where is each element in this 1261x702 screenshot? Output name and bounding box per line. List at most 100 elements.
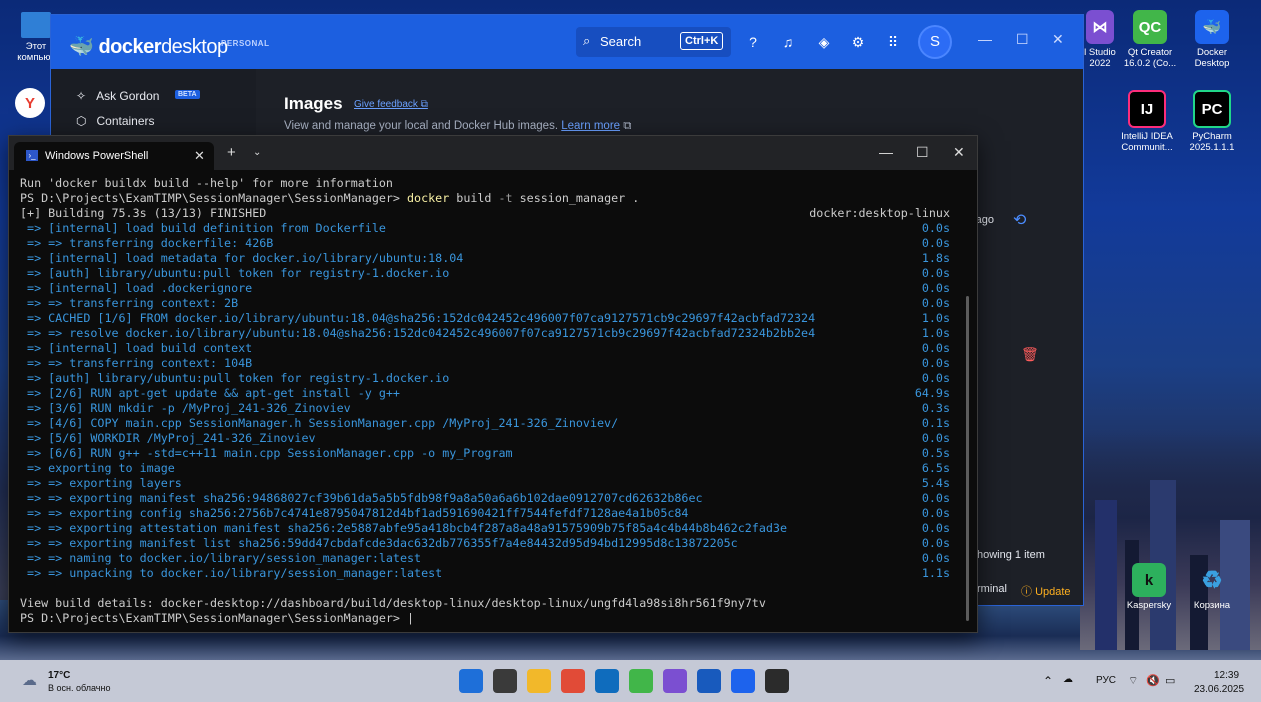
extensions-grid-icon[interactable]: ⠿ <box>884 33 902 51</box>
terminal-line: => CACHED [1/6] FROM docker.io/library/u… <box>20 311 950 326</box>
terminal-line: => [internal] load .dockerignore 0.0s <box>20 281 950 296</box>
battery-icon[interactable]: ▭ <box>1165 674 1175 687</box>
cloud-icon: ☁ <box>22 672 37 689</box>
page-title: Images <box>284 94 343 113</box>
desktop-icon-qt-creator[interactable]: QC Qt Creator 16.0.2 (Co... <box>1121 10 1179 69</box>
page-subtitle: View and manage your local and Docker Hu… <box>284 120 632 132</box>
close-button[interactable]: ✕ <box>953 144 965 161</box>
weather-desc[interactable]: В осн. облачно <box>48 683 110 693</box>
shortcut-key: Ctrl+K <box>680 32 724 50</box>
weather-temp[interactable]: 17°C <box>48 670 70 681</box>
account-avatar[interactable]: S <box>920 27 950 57</box>
terminal-line: => [auth] library/ubuntu:pull token for … <box>20 371 950 386</box>
plan-badge: PERSONAL <box>221 39 270 48</box>
terminal-line: => [2/6] RUN apt-get update && apt-get i… <box>20 386 950 401</box>
powershell-window: ›_ Windows PowerShell ✕ + ⌄ — ☐ ✕ Run 'd… <box>8 135 978 633</box>
minimize-button[interactable]: — <box>978 31 992 47</box>
terminal-line: => => exporting manifest list sha256:59d… <box>20 536 950 551</box>
minimize-button[interactable]: — <box>879 144 893 160</box>
settings-gear-icon[interactable]: ⚙ <box>849 33 867 51</box>
terminal-line: Run 'docker buildx build --help' for mor… <box>20 176 393 190</box>
help-icon[interactable]: ? <box>744 33 762 51</box>
maximize-button[interactable]: ☐ <box>1016 31 1029 48</box>
terminal-line: View build details: docker-desktop://das… <box>20 596 766 610</box>
terminal-line: PS D:\Projects\ExamTIMP\SessionManager\S… <box>20 611 415 625</box>
docker-search[interactable]: ⌕ Search Ctrl+K <box>576 27 731 57</box>
terminal-line: => => transferring context: 104B 0.0s <box>20 356 950 371</box>
terminal-icon[interactable] <box>765 669 789 693</box>
kaspersky-icon: k <box>1132 563 1166 597</box>
chevron-up-icon[interactable]: ⌃ <box>1043 674 1053 688</box>
desktop-icon-docker[interactable]: 🐳 Docker Desktop <box>1183 10 1241 69</box>
desktop-skyline <box>1080 430 1261 650</box>
docker-header: 🐳 dockerdesktop PERSONAL ⌕ Search Ctrl+K… <box>51 15 1083 69</box>
wifi-icon[interactable]: ⌔ <box>1128 674 1138 688</box>
recycle-bin-icon: ♻ <box>1201 566 1223 594</box>
chrome-icon[interactable] <box>561 669 585 693</box>
docker-whale-icon: 🐳 <box>1195 10 1229 44</box>
update-button[interactable]: ⓘ Update <box>1021 583 1071 599</box>
visual-studio-icon[interactable] <box>663 669 687 693</box>
onedrive-icon[interactable]: ☁ <box>1063 674 1073 685</box>
close-button[interactable]: ✕ <box>1052 31 1064 48</box>
give-feedback-link[interactable]: Give feedback ⧉ <box>354 99 428 110</box>
beta-badge: BETA <box>175 90 200 99</box>
task-view-icon[interactable] <box>493 669 517 693</box>
new-tab-button[interactable]: + <box>227 144 236 161</box>
desktop-icon-pycharm[interactable]: PC PyCharm 2025.1.1.1 <box>1183 90 1241 153</box>
desktop-icon-recycle-bin[interactable]: ♻ Корзина <box>1183 563 1241 611</box>
search-icon: ⌕ <box>583 33 591 48</box>
word-icon[interactable] <box>697 669 721 693</box>
qt-creator-icon: QC <box>1133 10 1167 44</box>
terminal-line: => [internal] load metadata for docker.i… <box>20 251 950 266</box>
terminal-line: => => naming to docker.io/library/sessio… <box>20 551 950 566</box>
docker-icon[interactable] <box>731 669 755 693</box>
terminal-line: => => exporting manifest sha256:94868027… <box>20 491 950 506</box>
start-icon[interactable] <box>459 669 483 693</box>
sidebar-item-containers[interactable]: ⬡ Containers <box>76 114 155 128</box>
tab-windows-powershell[interactable]: ›_ Windows PowerShell ✕ <box>14 142 214 170</box>
terminal-line: => => exporting layers 5.4s <box>20 476 950 491</box>
desktop-icon-intellij[interactable]: IJ IntelliJ IDEA Communit... <box>1118 90 1176 153</box>
terminal-line: => => unpacking to docker.io/library/ses… <box>20 566 950 581</box>
terminal-titlebar: ›_ Windows PowerShell ✕ + ⌄ — ☐ ✕ <box>9 136 977 170</box>
items-count: howing 1 item <box>977 549 1045 561</box>
terminal-line: => [6/6] RUN g++ -std=c++11 main.cpp Ses… <box>20 446 950 461</box>
qt-creator-icon[interactable] <box>629 669 653 693</box>
terminal-line: => => resolve docker.io/library/ubuntu:1… <box>20 326 950 341</box>
terminal-line: => => transferring context: 2B 0.0s <box>20 296 950 311</box>
refresh-icon[interactable]: ⟲ <box>1013 210 1026 230</box>
sidebar-item-ask-gordon[interactable]: ✧ Ask Gordon <box>76 89 159 103</box>
docker-whale-icon: 🐳 <box>69 36 94 58</box>
close-tab-icon[interactable]: ✕ <box>194 148 205 164</box>
container-icon: ⬡ <box>76 114 87 128</box>
file-explorer-icon[interactable] <box>527 669 551 693</box>
monitor-icon <box>21 12 51 38</box>
pycharm-icon: PC <box>1193 90 1231 128</box>
terminal-line: => => transferring dockerfile: 426B 0.0s <box>20 236 950 251</box>
volume-icon[interactable]: 🔇 <box>1146 674 1160 687</box>
terminal-line: => [auth] library/ubuntu:pull token for … <box>20 266 950 281</box>
maximize-button[interactable]: ☐ <box>916 144 929 161</box>
clock-date[interactable]: 23.06.2025 <box>1194 684 1244 695</box>
language-indicator[interactable]: РУС <box>1096 675 1116 686</box>
visual-studio-icon: ⋈ <box>1086 10 1114 44</box>
terminal-line: => => exporting attestation manifest sha… <box>20 521 950 536</box>
terminal-line: => [internal] load build definition from… <box>20 221 950 236</box>
terminal-line: => exporting to image 6.5s <box>20 461 950 476</box>
ms-store-icon[interactable] <box>595 669 619 693</box>
clock-time[interactable]: 12:39 <box>1214 670 1239 681</box>
terminal-line: [+] Building 75.3s (13/13) FINISHED docke… <box>20 206 950 221</box>
delete-trash-icon[interactable]: 🗑 <box>1021 346 1039 363</box>
terminal-output[interactable]: Run 'docker buildx build --help' for mor… <box>20 176 950 626</box>
chevron-down-icon[interactable]: ⌄ <box>253 147 261 158</box>
desktop-icon-yandex[interactable]: Y <box>13 88 47 121</box>
sparkle-icon: ✧ <box>76 89 87 103</box>
terminal-link[interactable]: rminal <box>977 583 1007 595</box>
learning-center-icon[interactable]: ◈ <box>815 33 833 51</box>
terminal-scrollbar[interactable] <box>966 296 969 621</box>
terminal-line: => [internal] load build context 0.0s <box>20 341 950 356</box>
learn-more-link[interactable]: Learn more <box>561 120 620 132</box>
notifications-bell-icon[interactable]: ♫ <box>779 33 797 51</box>
desktop-icon-kaspersky[interactable]: k Kaspersky <box>1120 563 1178 611</box>
